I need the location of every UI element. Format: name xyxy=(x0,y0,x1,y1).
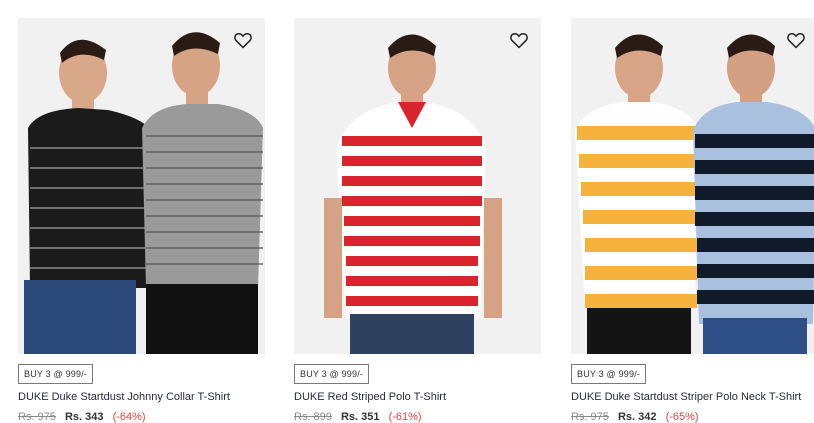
offer-badge: BUY 3 @ 999/- xyxy=(294,364,370,384)
price-row: Rs. 975 Rs. 342 (-65%) xyxy=(571,411,699,423)
product-card[interactable]: BUY 3 @ 999/- DUKE Duke Startdust Johnny… xyxy=(18,18,265,423)
price-row: Rs. 899 Rs. 351 (-61%) xyxy=(294,411,422,423)
wishlist-heart-icon[interactable] xyxy=(786,30,806,50)
product-name[interactable]: DUKE Duke Startdust Johnny Collar T-Shir… xyxy=(18,391,230,403)
offer-badge: BUY 3 @ 999/- xyxy=(18,364,94,384)
offer-badge: BUY 3 @ 999/- xyxy=(571,364,647,384)
original-price: Rs. 899 xyxy=(294,411,332,423)
discount-percent: (-65%) xyxy=(665,411,699,423)
product-card[interactable]: BUY 3 @ 999/- DUKE Red Striped Polo T-Sh… xyxy=(294,18,541,423)
discount-percent: (-64%) xyxy=(112,411,146,423)
discount-percent: (-61%) xyxy=(388,411,422,423)
product-image[interactable] xyxy=(18,18,265,354)
product-image[interactable] xyxy=(571,18,814,354)
product-card[interactable]: BUY 3 @ 999/- DUKE Duke Startdust Stripe… xyxy=(571,18,814,423)
sale-price: Rs. 342 xyxy=(617,411,657,423)
price-row: Rs. 975 Rs. 343 (-64%) xyxy=(18,411,146,423)
product-name[interactable]: DUKE Duke Startdust Striper Polo Neck T-… xyxy=(571,391,801,403)
original-price: Rs. 975 xyxy=(18,411,56,423)
product-image[interactable] xyxy=(294,18,541,354)
wishlist-heart-icon[interactable] xyxy=(233,30,253,50)
sale-price: Rs. 351 xyxy=(340,411,380,423)
product-name[interactable]: DUKE Red Striped Polo T-Shirt xyxy=(294,391,446,403)
original-price: Rs. 975 xyxy=(571,411,609,423)
sale-price: Rs. 343 xyxy=(64,411,104,423)
wishlist-heart-icon[interactable] xyxy=(509,30,529,50)
